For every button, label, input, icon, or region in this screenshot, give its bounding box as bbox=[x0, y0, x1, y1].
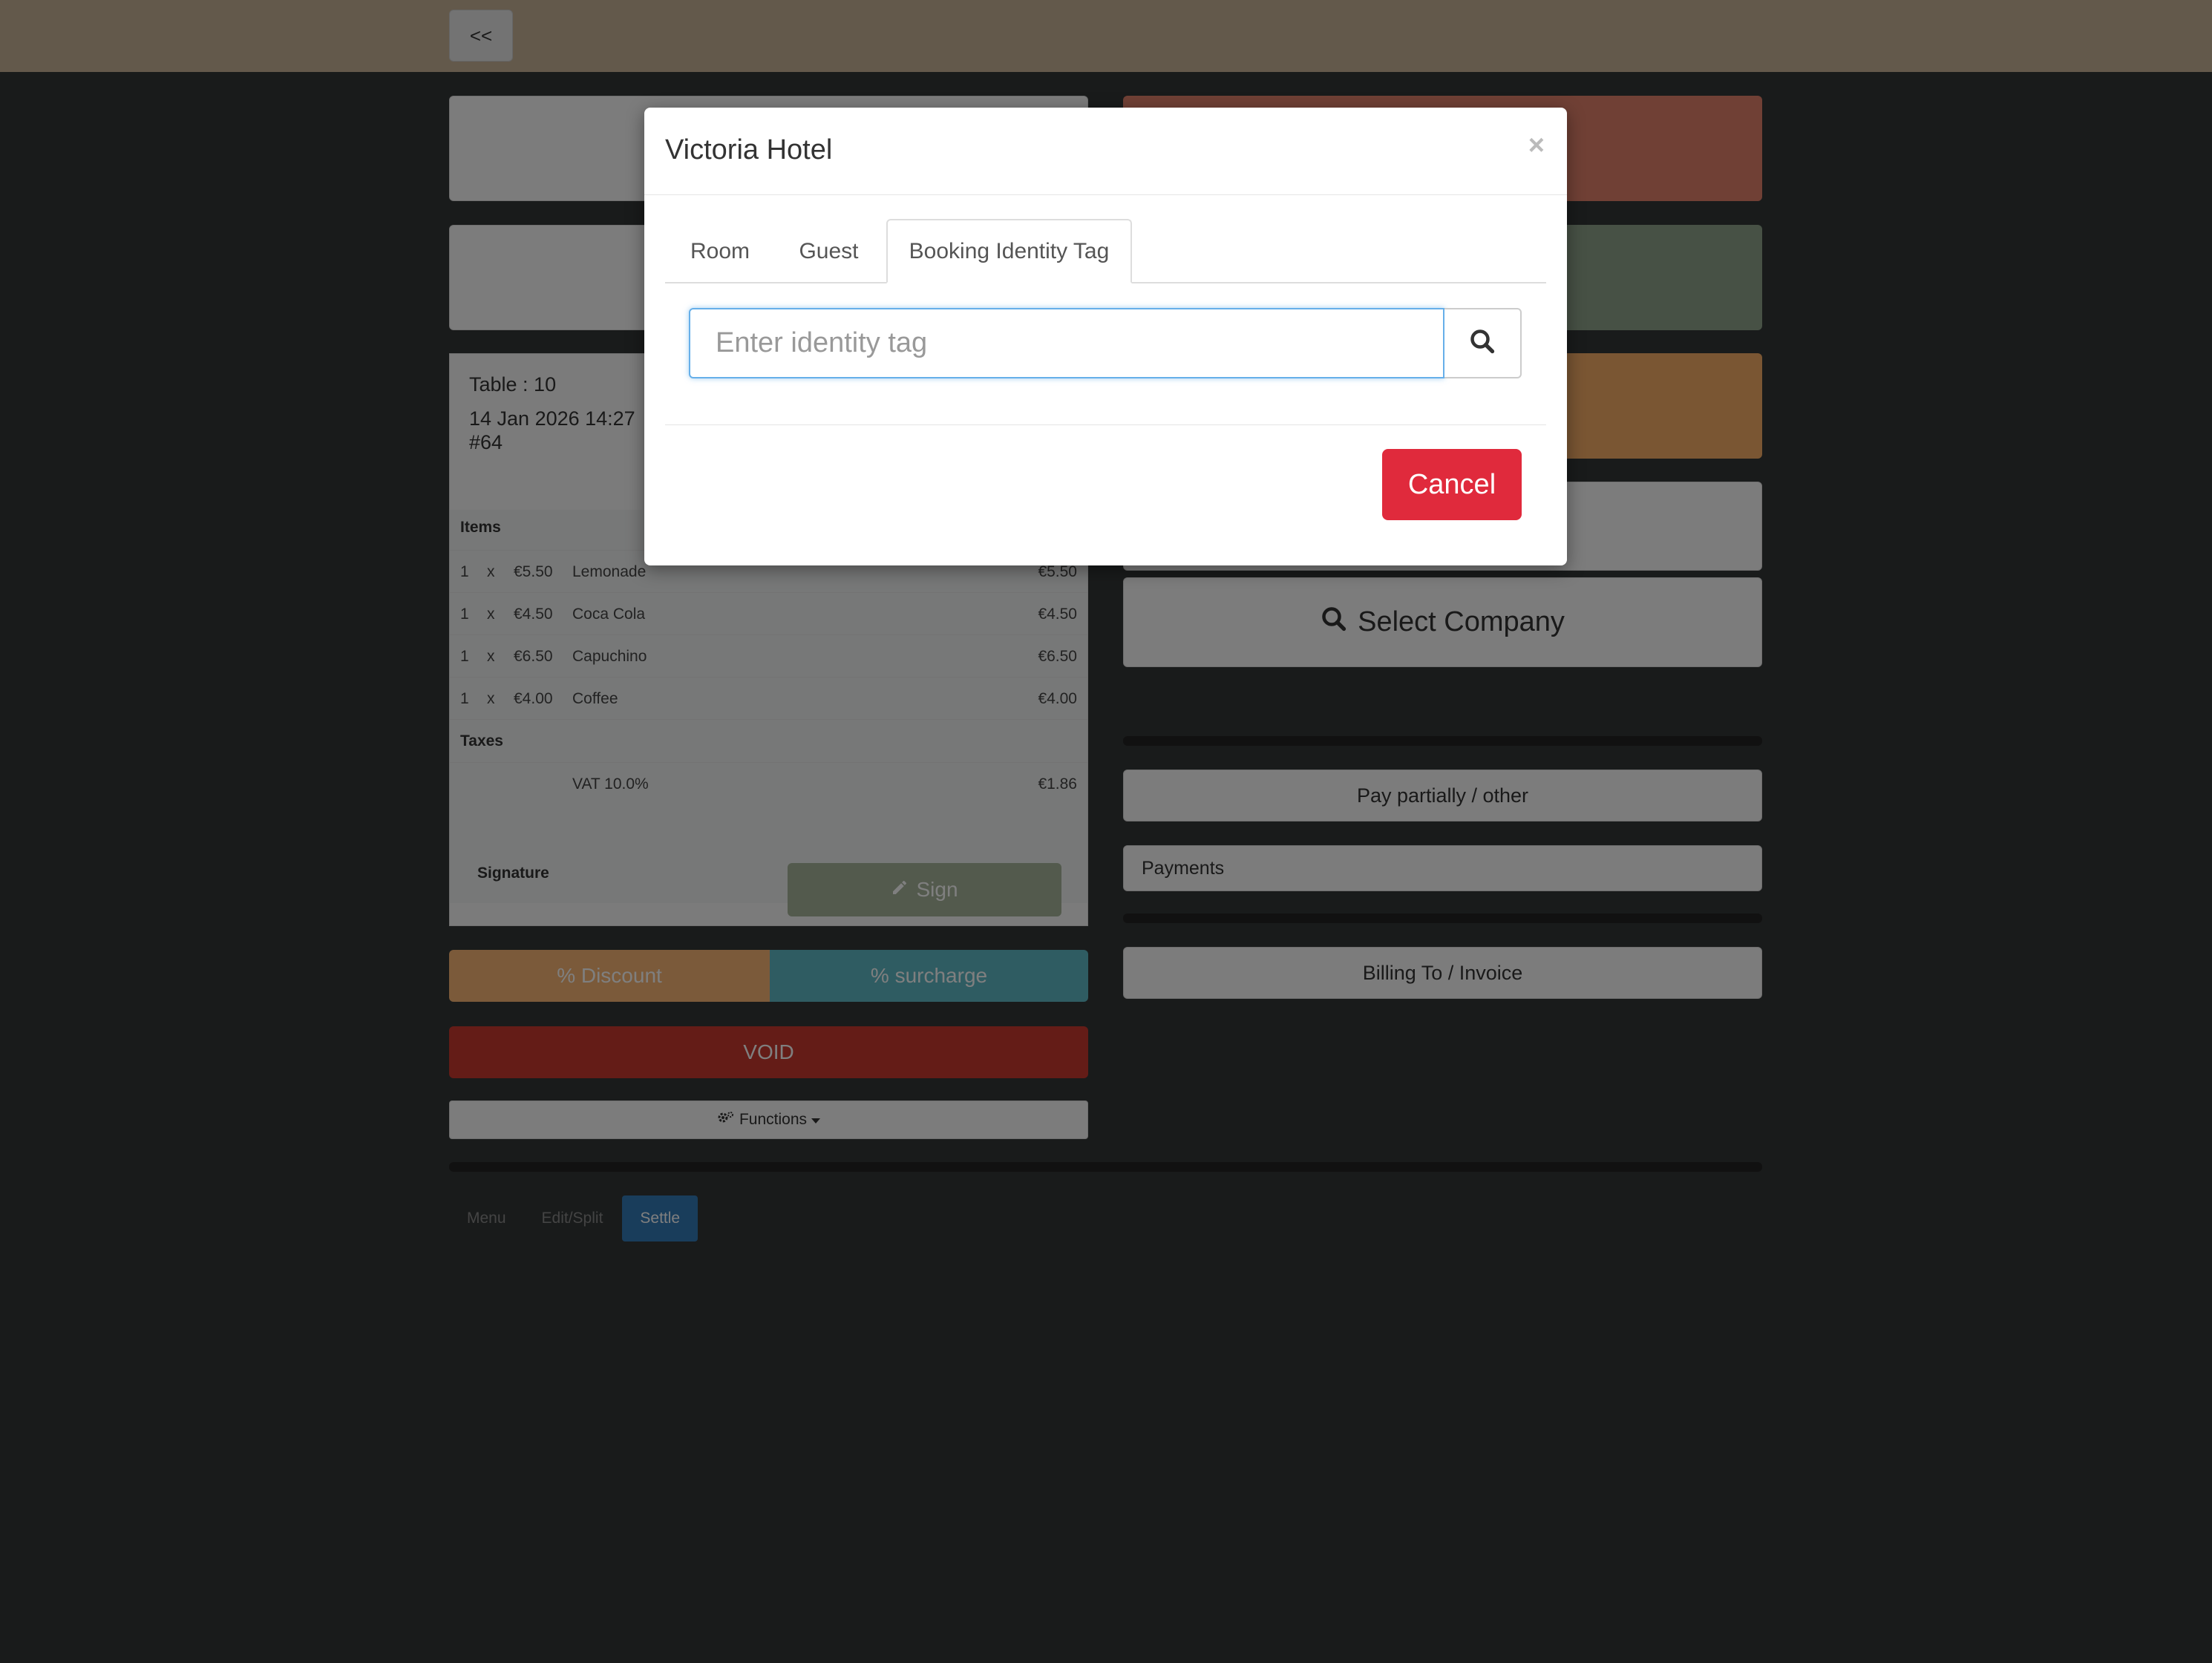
identity-tag-input[interactable] bbox=[689, 308, 1444, 378]
modal-header-divider bbox=[644, 194, 1567, 195]
search-button[interactable] bbox=[1444, 308, 1522, 378]
search-icon bbox=[1469, 328, 1496, 358]
tab-room[interactable]: Room bbox=[665, 219, 775, 283]
cancel-button[interactable]: Cancel bbox=[1382, 449, 1522, 520]
modal-footer-divider bbox=[665, 424, 1546, 425]
tab-booking-identity-tag[interactable]: Booking Identity Tag bbox=[886, 219, 1132, 283]
modal-dialog: Victoria Hotel × Room Guest Booking Iden… bbox=[644, 108, 1567, 565]
tab-guest[interactable]: Guest bbox=[775, 219, 883, 283]
modal-title: Victoria Hotel bbox=[665, 134, 833, 165]
close-icon[interactable]: × bbox=[1528, 130, 1545, 162]
